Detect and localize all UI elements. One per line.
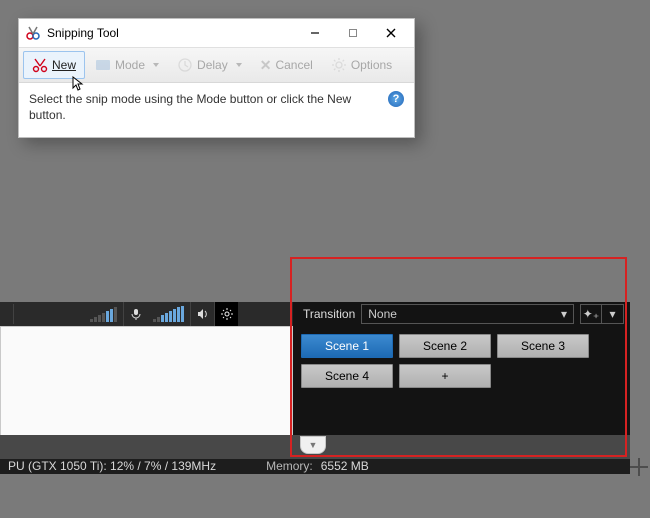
snipping-tool-window: Snipping Tool New Mode Delay ✕ Cancel (18, 18, 415, 138)
scene-button-1[interactable]: Scene 1 (301, 334, 393, 358)
hint-message: Select the snip mode using the Mode butt… (19, 83, 414, 137)
speaker-vu-meter[interactable] (153, 306, 184, 322)
snipping-toolbar: New Mode Delay ✕ Cancel Options (19, 47, 414, 83)
scene-buttons: Scene 1 Scene 2 Scene 3 Scene 4 + (293, 326, 630, 396)
scene-button-2[interactable]: Scene 2 (399, 334, 491, 358)
new-label: New (52, 58, 76, 72)
close-button[interactable] (372, 22, 410, 44)
window-title-text: Snipping Tool (47, 26, 119, 40)
transition-selected: None (368, 307, 397, 321)
app-bottom-panel: gs Transition None ▾ ✦₊ ▾ Scene 1 Scene … (0, 302, 630, 457)
audio-settings-button[interactable] (214, 302, 238, 326)
window-title: Snipping Tool (25, 25, 296, 41)
cancel-label: Cancel (275, 58, 312, 72)
crosshair-cursor-icon (630, 458, 648, 476)
scene-button-4[interactable]: Scene 4 (301, 364, 393, 388)
status-bar: ▼ PU (GTX 1050 Ti): 12% / 7% / 139MHz Me… (0, 457, 630, 474)
maximize-button[interactable] (334, 22, 372, 44)
transition-select[interactable]: None ▾ (361, 304, 574, 324)
snipping-tool-icon (25, 25, 41, 41)
new-button[interactable]: New (23, 51, 85, 79)
memory-value: 6552 MB (321, 459, 369, 473)
gpu-stats: PU (GTX 1050 Ti): 12% / 7% / 139MHz (8, 459, 216, 473)
transition-row: Transition None ▾ ✦₊ ▾ (293, 302, 630, 326)
transition-add-dropdown[interactable]: ▾ (602, 304, 624, 324)
speaker-button[interactable] (190, 302, 214, 326)
mode-icon (95, 57, 111, 73)
drag-handle[interactable] (0, 304, 14, 324)
delay-label: Delay (197, 58, 228, 72)
mic-button[interactable] (123, 302, 147, 326)
scene-panel: Transition None ▾ ✦₊ ▾ Scene 1 Scene 2 S… (293, 302, 630, 457)
clock-icon (177, 57, 193, 73)
transition-add-button[interactable]: ✦₊ (580, 304, 602, 324)
minimize-button[interactable] (296, 22, 334, 44)
help-icon[interactable]: ? (388, 91, 404, 107)
titlebar[interactable]: Snipping Tool (19, 19, 414, 47)
memory-label: Memory: (266, 459, 313, 473)
hint-text: Select the snip mode using the Mode butt… (29, 91, 368, 123)
dock-toggle[interactable]: ▼ (300, 436, 326, 454)
gear-icon (331, 57, 347, 73)
chevron-down-icon (153, 63, 159, 67)
options-button: Options (323, 51, 400, 79)
scene-add-button[interactable]: + (399, 364, 491, 388)
mode-label: Mode (115, 58, 145, 72)
mode-button: Mode (87, 51, 167, 79)
options-label: Options (351, 58, 392, 72)
scissors-icon (32, 57, 48, 73)
cancel-button: ✕ Cancel (252, 51, 321, 79)
delay-button: Delay (169, 51, 250, 79)
chevron-down-icon: ▾ (561, 307, 567, 321)
chevron-down-icon (236, 63, 242, 67)
cancel-icon: ✕ (260, 57, 272, 74)
mic-vu-meter[interactable] (90, 306, 117, 322)
scene-button-3[interactable]: Scene 3 (497, 334, 589, 358)
transition-label: Transition (303, 307, 355, 321)
